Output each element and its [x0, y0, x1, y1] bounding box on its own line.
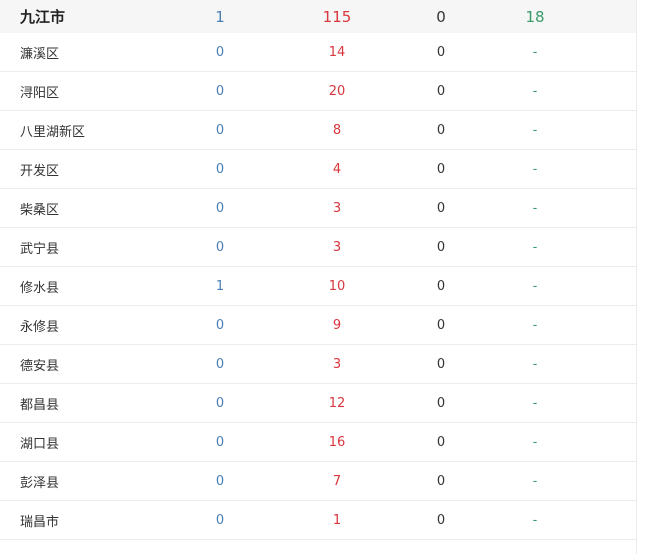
- district-name: 永修县: [20, 319, 60, 335]
- city-row[interactable]: 九江市 1 115 0 18: [0, 0, 636, 33]
- district-value-4: -: [532, 200, 538, 216]
- district-name: 都昌县: [20, 397, 60, 413]
- table-row[interactable]: 德安县 0 3 0 -: [0, 345, 636, 384]
- district-rows: 濂溪区 0 14 0- 浔阳区 0 20 0- 八里湖新区 0 8 0- 开发区 0 4 0- 柴桑区 0 3 0- 武…: [0, 33, 636, 540]
- district-value-2: 9: [332, 317, 342, 333]
- city-name: 九江市: [20, 8, 66, 26]
- district-value-4: -: [532, 83, 538, 99]
- table-row[interactable]: 八里湖新区 0 8 0 -: [0, 111, 636, 150]
- district-value-3: 0: [436, 473, 446, 489]
- district-value-4: -: [532, 473, 538, 489]
- district-value-4: -: [532, 356, 538, 372]
- district-value-2: 14: [328, 44, 346, 60]
- district-value-2: 20: [328, 83, 346, 99]
- district-value-1: 0: [215, 356, 225, 372]
- district-value-2: 7: [332, 473, 342, 489]
- district-value-4: -: [532, 44, 538, 60]
- table-row[interactable]: 开发区 0 4 0 -: [0, 150, 636, 189]
- district-name: 浔阳区: [20, 85, 60, 101]
- district-value-1: 1: [215, 278, 225, 294]
- district-value-1: 0: [215, 161, 225, 177]
- district-name: 彭泽县: [20, 475, 60, 491]
- district-value-1: 0: [215, 44, 225, 60]
- district-value-3: 0: [436, 44, 446, 60]
- city-value-1: 1: [215, 7, 225, 26]
- city-value-3: 0: [436, 7, 446, 26]
- epidemic-data-table: 九江市 1 115 0 18 濂溪区 0 14 0- 浔阳区 0 20 0- 八里湖新区 0 8 0-…: [0, 0, 637, 554]
- district-value-2: 3: [332, 356, 342, 372]
- district-name: 柴桑区: [20, 202, 60, 218]
- district-value-1: 0: [215, 122, 225, 138]
- district-value-1: 0: [215, 317, 225, 333]
- district-name: 修水县: [20, 280, 60, 296]
- table-row[interactable]: 濂溪区 0 14 0 -: [0, 33, 636, 72]
- district-value-2: 3: [332, 200, 342, 216]
- table-row[interactable]: 瑞昌市 0 1 0 -: [0, 501, 636, 540]
- district-value-4: -: [532, 512, 538, 528]
- district-value-4: -: [532, 161, 538, 177]
- district-value-2: 4: [332, 161, 342, 177]
- district-value-3: 0: [436, 317, 446, 333]
- district-value-4: -: [532, 278, 538, 294]
- district-name: 湖口县: [20, 436, 60, 452]
- district-value-3: 0: [436, 161, 446, 177]
- district-value-1: 0: [215, 395, 225, 411]
- city-value-2: 115: [322, 7, 352, 26]
- district-value-2: 8: [332, 122, 342, 138]
- table-row[interactable]: 修水县 1 10 0 -: [0, 267, 636, 306]
- district-value-1: 0: [215, 83, 225, 99]
- table-row[interactable]: 彭泽县 0 7 0 -: [0, 462, 636, 501]
- district-value-4: -: [532, 395, 538, 411]
- district-name: 八里湖新区: [20, 124, 86, 140]
- district-value-4: -: [532, 239, 538, 255]
- table-row[interactable]: 武宁县 0 3 0 -: [0, 228, 636, 267]
- district-value-1: 0: [215, 434, 225, 450]
- district-value-4: -: [532, 434, 538, 450]
- table-row[interactable]: 永修县 0 9 0 -: [0, 306, 636, 345]
- district-name: 开发区: [20, 163, 60, 179]
- district-value-3: 0: [436, 434, 446, 450]
- district-name: 瑞昌市: [20, 514, 60, 530]
- district-name: 濂溪区: [20, 46, 60, 62]
- district-value-3: 0: [436, 122, 446, 138]
- district-value-3: 0: [436, 278, 446, 294]
- district-value-1: 0: [215, 512, 225, 528]
- district-value-1: 0: [215, 239, 225, 255]
- district-value-3: 0: [436, 512, 446, 528]
- district-value-3: 0: [436, 395, 446, 411]
- district-name: 武宁县: [20, 241, 60, 257]
- district-value-4: -: [532, 122, 538, 138]
- district-value-3: 0: [436, 83, 446, 99]
- district-value-2: 10: [328, 278, 346, 294]
- district-value-2: 3: [332, 239, 342, 255]
- table-row[interactable]: 湖口县 0 16 0 -: [0, 423, 636, 462]
- table-row[interactable]: 浔阳区 0 20 0 -: [0, 72, 636, 111]
- district-value-4: -: [532, 317, 538, 333]
- district-value-3: 0: [436, 356, 446, 372]
- district-value-2: 12: [328, 395, 346, 411]
- district-name: 德安县: [20, 358, 60, 374]
- district-value-2: 16: [328, 434, 346, 450]
- table-row[interactable]: 柴桑区 0 3 0 -: [0, 189, 636, 228]
- district-value-1: 0: [215, 473, 225, 489]
- district-value-2: 1: [332, 512, 342, 528]
- district-value-3: 0: [436, 239, 446, 255]
- table-row[interactable]: 都昌县 0 12 0 -: [0, 384, 636, 423]
- city-value-4: 18: [525, 7, 545, 26]
- district-value-1: 0: [215, 200, 225, 216]
- district-value-3: 0: [436, 200, 446, 216]
